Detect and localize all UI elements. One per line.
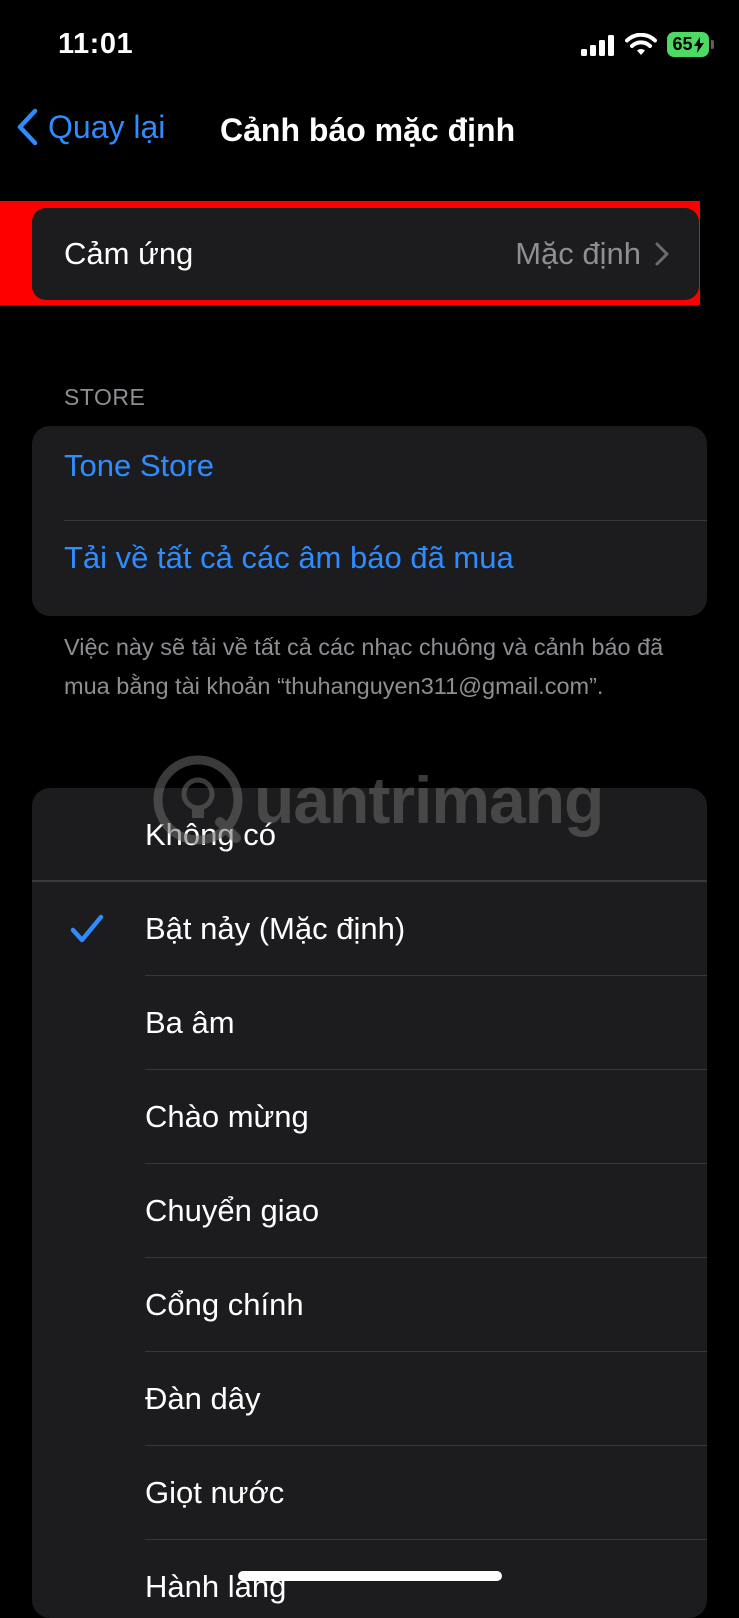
tone-label: Cổng chính	[145, 1287, 304, 1322]
status-bar: 11:01 65	[0, 0, 739, 90]
store-group: Tone Store Tải về tất cả các âm báo đã m…	[32, 426, 707, 616]
store-section-header: STORE	[64, 384, 146, 410]
checkmark-icon	[70, 914, 104, 943]
status-time: 11:01	[58, 28, 134, 60]
battery-icon: 65	[667, 32, 714, 57]
tones-list: Không có Bật nảy (Mặc định) Ba âm Chào m…	[32, 788, 707, 1618]
back-label: Quay lại	[48, 108, 166, 145]
wifi-icon	[625, 32, 657, 55]
divider	[64, 520, 707, 521]
tone-label: Chuyển giao	[145, 1193, 320, 1228]
store-footer-note: Việc này sẽ tải về tất cả các nhạc chuôn…	[64, 634, 664, 699]
tone-label: Giọt nước	[145, 1475, 285, 1510]
download-all-purchased-link[interactable]: Tải về tất cả các âm báo đã mua	[64, 540, 514, 576]
tone-item-handoff[interactable]: Chuyển giao	[32, 1164, 707, 1258]
tone-label: Không có	[145, 817, 276, 852]
tone-item-droplet[interactable]: Giọt nước	[32, 1446, 707, 1540]
chevron-left-icon	[17, 108, 38, 146]
tone-label: Bật nảy (Mặc định)	[145, 911, 406, 946]
tone-item-welcome[interactable]: Chào mừng	[32, 1070, 707, 1164]
tone-item-none[interactable]: Không có	[32, 788, 707, 882]
battery-level: 65	[672, 34, 693, 54]
page-title: Cảnh báo mặc định	[220, 112, 516, 148]
haptics-label: Cảm ứng	[64, 236, 194, 271]
charging-bolt-icon	[693, 36, 704, 53]
status-icons: 65	[581, 32, 714, 57]
back-button[interactable]: Quay lại	[16, 108, 165, 146]
navigation-bar: Quay lại Cảnh báo mặc định	[0, 100, 739, 160]
haptics-row[interactable]: Cảm ứng Mặc định	[32, 208, 699, 300]
haptics-value: Mặc định	[515, 236, 641, 271]
tone-label: Đàn dây	[145, 1381, 261, 1416]
cellular-signal-icon	[581, 34, 614, 56]
tone-item-strings[interactable]: Đàn dây	[32, 1352, 707, 1446]
tone-label: Ba âm	[145, 1005, 235, 1040]
tone-label: Chào mừng	[145, 1099, 309, 1134]
tone-item-bounce-default[interactable]: Bật nảy (Mặc định)	[32, 882, 707, 976]
chevron-right-icon	[655, 242, 669, 266]
tone-item-tri-tone[interactable]: Ba âm	[32, 976, 707, 1070]
tone-item-main-gate[interactable]: Cổng chính	[32, 1258, 707, 1352]
tone-store-link[interactable]: Tone Store	[64, 448, 214, 484]
home-indicator[interactable]	[238, 1571, 502, 1581]
